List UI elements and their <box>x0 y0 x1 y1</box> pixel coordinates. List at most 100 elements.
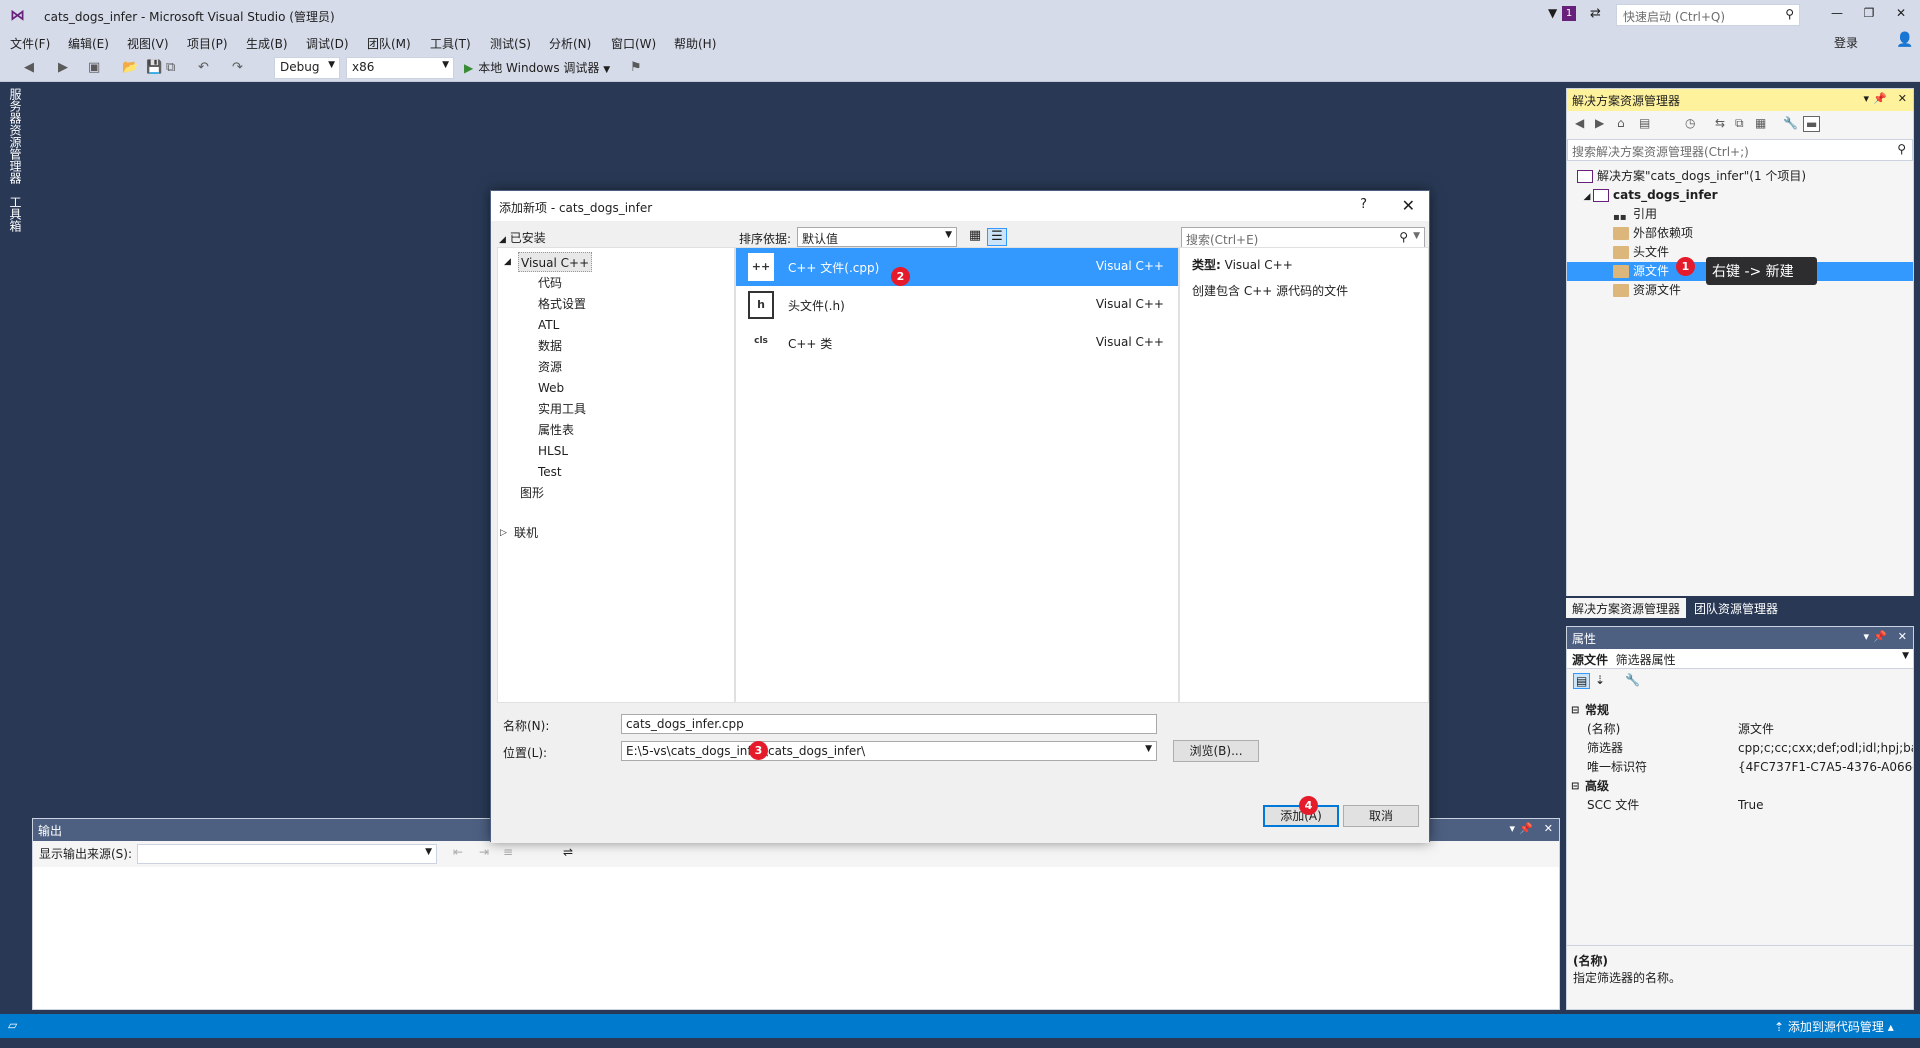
category-online[interactable]: 联机 <box>512 523 540 543</box>
output-source-select[interactable]: ▼ <box>137 844 437 864</box>
undo-icon[interactable]: ↶ <box>198 60 209 75</box>
category-visual-cpp[interactable]: Visual C++ <box>518 252 593 272</box>
menu-build[interactable]: 生成(B) <box>246 35 288 52</box>
location-select[interactable]: E:\5-vs\cats_dogs_infer\cats_dogs_infer\… <box>621 741 1157 761</box>
property-row[interactable]: 唯一标识符 {4FC737F1-C7A5-4376-A066-2 <box>1567 758 1913 777</box>
save-all-icon[interactable]: ⧉ <box>166 60 175 75</box>
property-pages-icon[interactable]: 🔧 <box>1625 673 1640 687</box>
home-icon[interactable]: ⌂ <box>1617 116 1625 130</box>
sync-icon[interactable]: ⇆ <box>1715 116 1725 130</box>
quick-launch-input[interactable]: 快速启动 (Ctrl+Q) ⚲ <box>1616 4 1800 26</box>
grid-view-icon[interactable]: ▦ <box>965 228 985 246</box>
save-icon[interactable]: 💾 <box>146 60 162 75</box>
category-resource[interactable]: 资源 <box>536 357 564 377</box>
menu-debug[interactable]: 调试(D) <box>306 35 349 52</box>
menu-project[interactable]: 项目(P) <box>187 35 228 52</box>
category-code[interactable]: 代码 <box>536 273 564 293</box>
close-icon[interactable]: ✕ <box>1544 822 1553 835</box>
cancel-button[interactable]: 取消 <box>1343 805 1419 827</box>
category-advanced[interactable]: ⊟ 高级 <box>1567 777 1913 796</box>
forward-icon[interactable]: ▶ <box>1595 116 1604 130</box>
property-row[interactable]: 筛选器 cpp;c;cc;cxx;def;odl;idl;hpj;bat; <box>1567 739 1913 758</box>
template-search-input[interactable]: 搜索(Ctrl+E) ⚲ ▼ <box>1181 227 1425 249</box>
tree-external-deps[interactable]: 外部依赖项 <box>1567 224 1913 243</box>
open-file-icon[interactable]: 📂 <box>122 60 138 75</box>
start-debugger-button[interactable]: ▶ 本地 Windows 调试器 ▼ <box>464 59 610 76</box>
close-icon[interactable]: ✕ <box>1898 630 1907 643</box>
tree-solution[interactable]: 解决方案"cats_dogs_infer"(1 个项目) <box>1567 167 1913 186</box>
preview-icon[interactable]: ▬ <box>1803 116 1821 132</box>
dropdown-icon[interactable]: ▾ <box>1863 630 1869 643</box>
tab-team-explorer[interactable]: 团队资源管理器 <box>1688 598 1784 618</box>
category-test[interactable]: Test <box>536 462 564 482</box>
menu-team[interactable]: 团队(M) <box>367 35 411 52</box>
property-object-select[interactable]: 源文件 筛选器属性 ▼ <box>1567 649 1913 669</box>
name-input[interactable]: cats_dogs_infer.cpp <box>621 714 1157 734</box>
back-icon[interactable]: ◀ <box>24 60 34 75</box>
property-row[interactable]: SCC 文件 True <box>1567 796 1913 815</box>
alphabetical-icon[interactable]: ⇣ <box>1595 673 1605 687</box>
close-icon[interactable]: ✕ <box>1898 92 1907 105</box>
goto-next-icon[interactable]: ⇥ <box>479 845 489 859</box>
feedback-icon[interactable]: ⇄ <box>1590 6 1601 21</box>
properties-icon[interactable]: 🔧 <box>1783 116 1798 130</box>
category-hlsl[interactable]: HLSL <box>536 441 570 461</box>
menu-window[interactable]: 窗口(W) <box>611 35 656 52</box>
category-property-sheets[interactable]: 属性表 <box>536 420 576 440</box>
back-icon[interactable]: ◀ <box>1575 116 1584 130</box>
toolbox-tab[interactable]: 工具箱 <box>7 196 24 232</box>
menu-view[interactable]: 视图(V) <box>127 35 169 52</box>
categorized-icon[interactable]: ▤ <box>1573 673 1591 689</box>
help-icon[interactable]: ? <box>1360 197 1367 212</box>
pin-icon[interactable]: 📌 <box>1873 92 1887 105</box>
browse-button[interactable]: 浏览(B)... <box>1173 740 1259 762</box>
close-window-button[interactable]: ✕ <box>1888 6 1914 26</box>
template-header-file[interactable]: h 头文件(.h) Visual C++ <box>736 286 1178 324</box>
menu-test[interactable]: 测试(S) <box>490 35 531 52</box>
collapse-icon[interactable]: ⧉ <box>1735 116 1744 131</box>
show-all-files-icon[interactable]: ▦ <box>1755 116 1766 130</box>
close-icon[interactable]: ✕ <box>1402 196 1415 215</box>
dropdown-icon[interactable]: ▾ <box>1863 92 1869 105</box>
category-formatting[interactable]: 格式设置 <box>536 294 588 314</box>
category-data[interactable]: 数据 <box>536 336 564 356</box>
server-explorer-tab[interactable]: 服务器资源管理器 <box>7 88 24 184</box>
category-atl[interactable]: ATL <box>536 315 561 335</box>
list-view-icon[interactable]: ☰ <box>987 228 1007 246</box>
login-link[interactable]: 登录 <box>1834 34 1858 51</box>
menu-edit[interactable]: 编辑(E) <box>68 35 109 52</box>
menu-help[interactable]: 帮助(H) <box>674 35 716 52</box>
sort-select[interactable]: 默认值 ▼ <box>797 227 957 247</box>
menu-file[interactable]: 文件(F) <box>10 35 50 52</box>
menu-tools[interactable]: 工具(T) <box>430 35 471 52</box>
category-general[interactable]: ⊟ 常规 <box>1567 701 1913 720</box>
restore-button[interactable]: ❐ <box>1856 6 1882 26</box>
menu-analyze[interactable]: 分析(N) <box>549 35 591 52</box>
output-text-area[interactable] <box>33 867 1559 1009</box>
installed-header[interactable]: ◢ 已安装 <box>499 229 546 246</box>
goto-prev-icon[interactable]: ⇤ <box>453 845 463 859</box>
template-cpp-file[interactable]: ++ C++ 文件(.cpp) Visual C++ <box>736 248 1178 286</box>
property-row[interactable]: (名称) 源文件 <box>1567 720 1913 739</box>
account-icon[interactable]: 👤 <box>1896 32 1914 50</box>
pin-icon[interactable]: 📌 <box>1519 822 1533 835</box>
source-control-button[interactable]: ⇡ 添加到源代码管理 ▴ <box>1774 1018 1894 1035</box>
category-web[interactable]: Web <box>536 378 566 398</box>
category-graphics[interactable]: 图形 <box>518 483 546 503</box>
solution-search-input[interactable]: 搜索解决方案资源管理器(Ctrl+;) ⚲ <box>1567 139 1913 161</box>
config-select[interactable]: Debug ▼ <box>274 57 340 79</box>
history-icon[interactable]: ◷ <box>1685 116 1695 130</box>
find-icon[interactable]: ⚑ <box>630 60 642 75</box>
pin-icon[interactable]: 📌 <box>1873 630 1887 643</box>
tree-references[interactable]: ▪▪ 引用 <box>1567 205 1913 224</box>
word-wrap-icon[interactable]: ⇌ <box>563 845 573 859</box>
forward-icon[interactable]: ▶ <box>58 60 68 75</box>
new-project-icon[interactable]: ▣ <box>88 60 100 75</box>
redo-icon[interactable]: ↷ <box>232 60 243 75</box>
category-utility[interactable]: 实用工具 <box>536 399 588 419</box>
minimize-button[interactable]: — <box>1824 6 1850 26</box>
tab-solution-explorer[interactable]: 解决方案资源管理器 <box>1566 598 1687 618</box>
switch-views-icon[interactable]: ▤ <box>1639 116 1650 130</box>
clear-all-icon[interactable]: ≡ <box>503 845 513 859</box>
notification-count[interactable]: 1 <box>1562 6 1576 21</box>
